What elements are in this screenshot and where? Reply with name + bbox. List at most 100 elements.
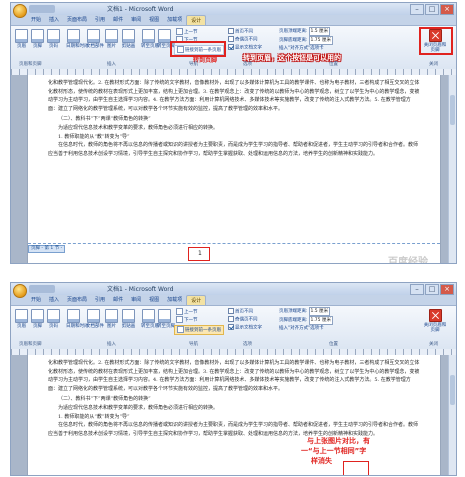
checkbox-icon xyxy=(228,36,234,42)
tab-page-layout[interactable]: 页面布局 xyxy=(63,15,91,25)
tab-mailings[interactable]: 邮件 xyxy=(109,295,127,305)
show-document-text-checkbox[interactable]: 显示文档文字 xyxy=(228,44,262,52)
minimize-button[interactable]: – xyxy=(410,284,424,295)
link-to-previous-button[interactable]: 链接到前一条页眉 xyxy=(174,325,224,335)
document-page[interactable]: 化和教学管理现代化。2. 在教材形式方面：除了传统的文字教材，音像教材外，出现了… xyxy=(27,355,441,475)
quick-parts-button[interactable]: 文档部件 xyxy=(86,29,104,49)
previous-section-button[interactable]: 上一节 xyxy=(176,308,198,316)
clip-art-button[interactable]: 剪贴画 xyxy=(121,29,136,49)
scrollbar-thumb[interactable] xyxy=(450,375,455,405)
maximize-button[interactable]: □ xyxy=(425,284,439,295)
tab-mailings[interactable]: 邮件 xyxy=(109,15,127,25)
word-window-after: 文档1 - Microsoft Word – □ × 开始 插入 页面布局 引用… xyxy=(10,282,457,476)
tab-review[interactable]: 审阅 xyxy=(127,15,145,25)
tab-design[interactable]: 设计 xyxy=(186,15,207,25)
previous-section-button[interactable]: 上一节 xyxy=(176,28,198,36)
document-area: 化和教学管理现代化。2. 在教材形式方面：除了传统的文字教材，音像教材外，出现了… xyxy=(11,75,456,263)
clip-art-icon xyxy=(122,309,135,323)
paragraph-heading: （二）、教科书“下”两课“教师角色的转换” xyxy=(58,116,151,123)
document-area: 化和教学管理现代化。2. 在教材形式方面：除了传统的文字教材，音像教材外，出现了… xyxy=(11,355,456,475)
window-controls: – □ × xyxy=(410,284,454,295)
tab-page-layout[interactable]: 页面布局 xyxy=(63,295,91,305)
header-icon xyxy=(15,29,28,43)
footer-distance-field[interactable]: 页脚底端距离: 1.75 厘米 xyxy=(279,36,333,45)
page-number-icon xyxy=(47,29,60,43)
quick-parts-button[interactable]: 文档部件 xyxy=(86,309,104,329)
maximize-button[interactable]: □ xyxy=(425,4,439,15)
paragraph: 1. 教师职能的从“教”转变为“导” xyxy=(58,413,130,420)
window-title: 文档1 - Microsoft Word xyxy=(107,6,174,13)
go-to-header-button[interactable]: 转至页眉 xyxy=(141,309,159,329)
go-to-header-icon xyxy=(142,309,155,323)
tab-view[interactable]: 视图 xyxy=(145,15,163,25)
header-button[interactable]: 页眉 xyxy=(14,309,29,329)
paragraph: 在信息时代，教师的角色将不再以信息的传播者或知识的讲授者为主要职责，而是成为学生… xyxy=(48,142,419,157)
page-number-button[interactable]: 页码 xyxy=(46,29,61,49)
quick-parts-icon xyxy=(87,309,100,323)
header-distance-field[interactable]: 页眉顶端距离: 1.5 厘米 xyxy=(279,307,331,316)
close-header-footer-button[interactable]: 关闭页眉和页脚 xyxy=(423,309,447,333)
checkbox-icon xyxy=(228,316,234,322)
clip-art-button[interactable]: 剪贴画 xyxy=(121,309,136,329)
date-time-button[interactable]: 日期和时间 xyxy=(66,309,89,329)
header-button[interactable]: 页眉 xyxy=(14,29,29,49)
tab-addins[interactable]: 加载项 xyxy=(163,15,186,25)
next-section-button[interactable]: 下一节 xyxy=(176,316,198,324)
quick-access-toolbar[interactable] xyxy=(29,285,55,293)
word-window-before: 文档1 - Microsoft Word – □ × 开始 插入 页面布局 引用… xyxy=(10,2,457,264)
go-to-header-button[interactable]: 转至页眉 xyxy=(141,29,159,49)
tab-references[interactable]: 引用 xyxy=(91,295,109,305)
annotation-bottom-3: 样消失 xyxy=(311,457,332,465)
different-first-page-checkbox[interactable]: 首页不同 xyxy=(228,308,253,316)
ribbon-group-labels: 页眉和页脚 插入 导航 选项 位置 关闭 xyxy=(19,342,438,347)
different-odd-even-checkbox[interactable]: 奇偶页不同 xyxy=(228,36,258,44)
title-bar: 文档1 - Microsoft Word – □ × xyxy=(11,283,456,298)
vertical-scrollbar[interactable] xyxy=(448,355,456,475)
header-distance-field[interactable]: 页眉顶端距离: 1.5 厘米 xyxy=(279,27,331,36)
paragraph-heading: （二）、教科书“下”两课“教师角色的转换” xyxy=(58,396,151,403)
date-time-button[interactable]: 日期和时间 xyxy=(66,29,89,49)
watermark: 百度经验 xyxy=(388,257,428,264)
arrow-up-icon xyxy=(176,308,183,315)
footer-boundary xyxy=(28,243,440,244)
header-icon xyxy=(15,309,28,323)
insert-alignment-tab-button[interactable]: 插入"对齐方式"选项卡 xyxy=(279,325,324,332)
link-to-previous-highlight xyxy=(170,41,226,57)
tab-review[interactable]: 审阅 xyxy=(127,295,145,305)
tab-home[interactable]: 开始 xyxy=(27,295,45,305)
insert-alignment-tab-button[interactable]: 插入"对齐方式"选项卡 xyxy=(279,45,324,52)
footer-button[interactable]: 页脚 xyxy=(30,309,45,329)
tab-home[interactable]: 开始 xyxy=(27,15,45,25)
checkbox-checked-icon xyxy=(228,44,234,50)
page-number-button[interactable]: 页码 xyxy=(46,309,61,329)
tab-addins[interactable]: 加载项 xyxy=(163,295,186,305)
different-first-page-checkbox[interactable]: 首页不同 xyxy=(228,28,253,36)
window-title: 文档1 - Microsoft Word xyxy=(107,286,174,293)
footer-button[interactable]: 页脚 xyxy=(30,29,45,49)
different-odd-even-checkbox[interactable]: 奇偶页不同 xyxy=(228,316,258,324)
minimize-button[interactable]: – xyxy=(410,4,424,15)
tab-design[interactable]: 设计 xyxy=(186,295,207,305)
calendar-icon xyxy=(67,29,80,43)
window-controls: – □ × xyxy=(410,4,454,15)
document-page[interactable]: 化和教学管理现代化。2. 在教材形式方面：除了传统的文字教材，音像教材外，出现了… xyxy=(27,75,441,263)
picture-button[interactable]: 图片 xyxy=(104,29,119,49)
footer-icon xyxy=(31,309,44,323)
close-window-button[interactable]: × xyxy=(440,284,454,295)
clip-art-icon xyxy=(122,29,135,43)
tab-insert[interactable]: 插入 xyxy=(45,295,63,305)
tab-view[interactable]: 视图 xyxy=(145,295,163,305)
page-number-highlight xyxy=(188,247,210,261)
checkbox-icon xyxy=(228,28,234,34)
footer-distance-field[interactable]: 页脚底端距离: 1.75 厘米 xyxy=(279,316,333,325)
tab-references[interactable]: 引用 xyxy=(91,15,109,25)
close-window-button[interactable]: × xyxy=(440,4,454,15)
picture-button[interactable]: 图片 xyxy=(104,309,119,329)
go-to-footer-button[interactable]: 转至页脚 xyxy=(157,309,175,329)
quick-access-toolbar[interactable] xyxy=(29,5,55,13)
vertical-scrollbar[interactable] xyxy=(448,75,456,263)
scrollbar-thumb[interactable] xyxy=(450,95,455,125)
page-number-icon xyxy=(47,309,60,323)
tab-insert[interactable]: 插入 xyxy=(45,15,63,25)
show-document-text-checkbox[interactable]: 显示文档文字 xyxy=(228,324,262,332)
